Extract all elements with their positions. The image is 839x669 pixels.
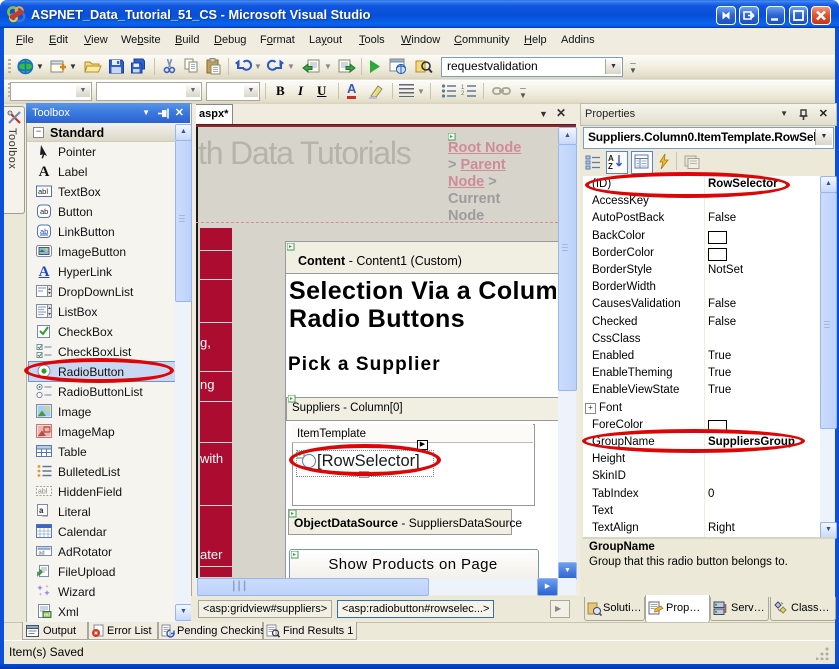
svg-text:abl: abl [38, 489, 48, 496]
svg-text:abl: abl [38, 187, 48, 196]
svg-text:Z: Z [608, 162, 613, 169]
svg-text:ml: ml [44, 613, 50, 619]
svg-text:ad: ad [39, 551, 45, 557]
svg-text:2: 2 [461, 91, 465, 97]
svg-text:ab: ab [40, 207, 48, 216]
svg-text:a: a [39, 506, 44, 515]
